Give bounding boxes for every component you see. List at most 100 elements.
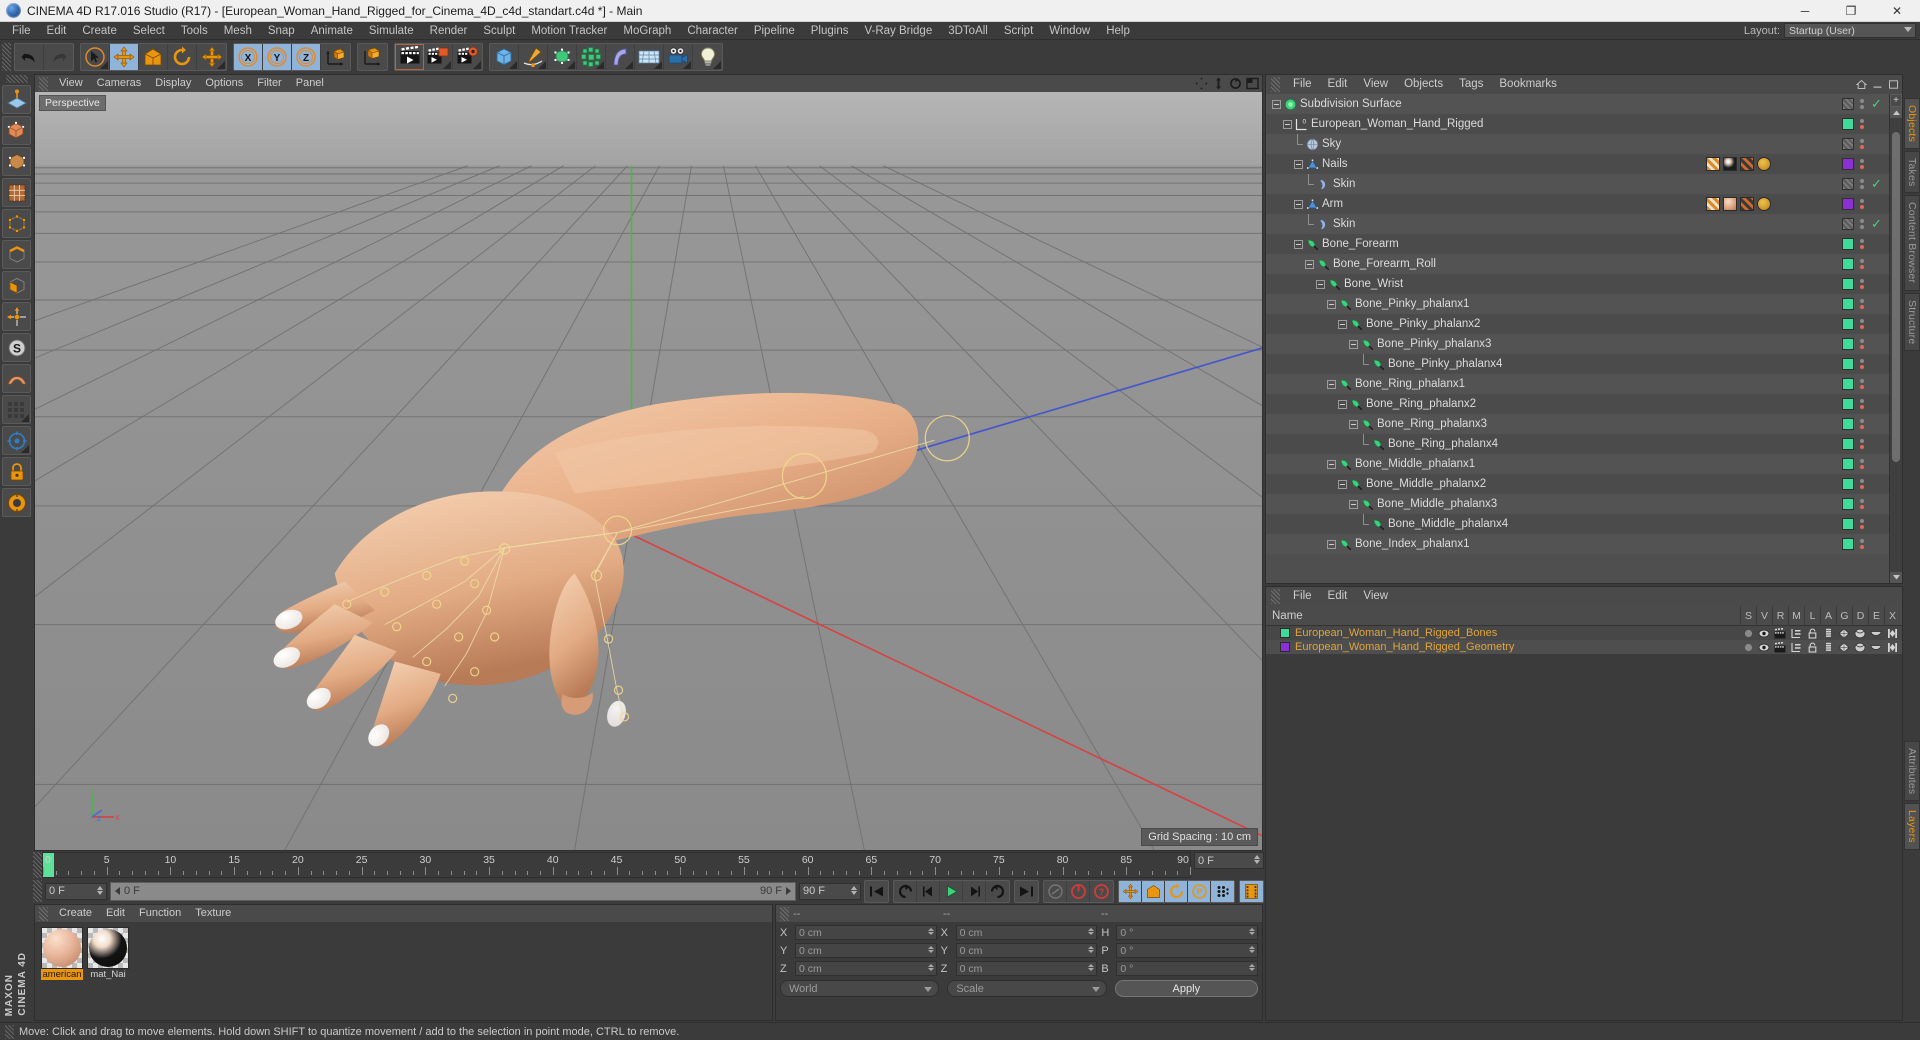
expander-collapse-icon[interactable] (1327, 459, 1336, 469)
nurbs-button[interactable] (548, 43, 577, 70)
rotation-b-field[interactable]: 0 ° (1116, 961, 1259, 976)
layer-color-swatch[interactable] (1842, 118, 1854, 130)
object-menu-view[interactable]: View (1355, 75, 1396, 94)
material-menu-create[interactable]: Create (52, 905, 99, 922)
object-row[interactable]: Bone_Pinky_phalanx2 (1266, 314, 1889, 334)
visibility-dots[interactable] (1860, 279, 1864, 289)
sky-icon[interactable] (1306, 138, 1319, 151)
layer-color-swatch[interactable] (1842, 198, 1854, 210)
size-y-field[interactable]: 0 cm (955, 943, 1098, 958)
layer-menu-edit[interactable]: Edit (1320, 587, 1356, 606)
visibility-dots[interactable] (1860, 99, 1864, 109)
autokey-button[interactable] (1067, 880, 1090, 902)
visibility-dots[interactable] (1860, 499, 1864, 509)
magnet-button[interactable] (2, 395, 31, 424)
viewport-menu-view[interactable]: View (52, 75, 90, 92)
layer-color-swatch[interactable] (1842, 158, 1854, 170)
submenu-corner-icon[interactable] (21, 414, 29, 422)
layer-color-swatch[interactable] (1842, 418, 1854, 430)
submenu-corner-icon[interactable] (443, 60, 451, 69)
step-back-frame-button[interactable] (917, 880, 940, 902)
visibility-dots[interactable] (1860, 519, 1864, 529)
joint-icon[interactable] (1372, 438, 1385, 451)
expander-collapse-icon[interactable] (1316, 279, 1325, 289)
menu-3dtoall[interactable]: 3DToAll (940, 22, 996, 40)
menu-character[interactable]: Character (679, 22, 746, 40)
menu-animate[interactable]: Animate (303, 22, 361, 40)
layer-column-l[interactable]: L (1804, 606, 1820, 626)
world-axis-button[interactable] (321, 44, 350, 70)
right-tab-structure[interactable]: Structure (1904, 292, 1920, 352)
lm-lock-icon[interactable] (1804, 626, 1820, 640)
stepper-icon[interactable] (1088, 928, 1095, 935)
submenu-corner-icon[interactable] (625, 60, 633, 69)
expander-collapse-icon[interactable] (1305, 259, 1314, 269)
joint-icon[interactable] (1306, 238, 1319, 251)
apply-button[interactable]: Apply (1114, 980, 1258, 997)
object-row[interactable]: Skin ✓ (1266, 173, 1889, 194)
light-button[interactable] (693, 44, 722, 70)
layer-color-swatch[interactable] (1842, 398, 1854, 410)
menu-motion-tracker[interactable]: Motion Tracker (523, 22, 615, 40)
menu-mesh[interactable]: Mesh (216, 22, 260, 40)
snap-button[interactable] (2, 426, 31, 455)
subdivide-button[interactable] (2, 364, 31, 393)
visibility-dots[interactable] (1860, 359, 1864, 369)
submenu-corner-icon[interactable] (683, 60, 691, 69)
object-row[interactable]: Bone_Middle_phalanx2 (1266, 474, 1889, 494)
layer-column-m[interactable]: M (1788, 606, 1804, 626)
expander-collapse-icon[interactable] (1272, 99, 1281, 109)
layer-color-swatch[interactable] (1842, 258, 1854, 270)
material-menu-edit[interactable]: Edit (99, 905, 132, 922)
joint-icon[interactable] (1350, 318, 1363, 331)
object-menu-edit[interactable]: Edit (1320, 75, 1356, 94)
current-frame-left-field[interactable]: 0 F (45, 882, 107, 900)
layer-manager-grip[interactable] (1271, 589, 1280, 604)
polygon-mode-button[interactable] (2, 271, 31, 300)
object-row[interactable]: Bone_Middle_phalanx3 (1266, 494, 1889, 514)
menu-create[interactable]: Create (74, 22, 125, 40)
menu-sculpt[interactable]: Sculpt (475, 22, 523, 40)
joint-icon[interactable] (1350, 398, 1363, 411)
object-menu-objects[interactable]: Objects (1396, 75, 1451, 94)
layer-color-swatch[interactable] (1842, 438, 1854, 450)
menu-pipeline[interactable]: Pipeline (746, 22, 803, 40)
object-row[interactable]: Sky (1266, 133, 1889, 154)
object-row[interactable]: Bone_Forearm_Roll (1266, 254, 1889, 274)
joint-icon[interactable] (1339, 538, 1352, 551)
uvw-tag[interactable] (1706, 157, 1720, 171)
record-active-objects-button[interactable] (1044, 880, 1067, 902)
joint-icon[interactable] (1361, 338, 1374, 351)
slider-right-arrow-icon[interactable] (786, 887, 791, 895)
lm-generator-icon[interactable] (1836, 626, 1852, 640)
coordinates-grip[interactable] (780, 906, 789, 921)
layer-menu-file[interactable]: File (1285, 587, 1320, 606)
object-row[interactable]: Skin ✓ (1266, 213, 1889, 234)
record-pla-button[interactable] (1211, 880, 1234, 902)
layer-color-swatch[interactable] (1842, 138, 1854, 150)
layer-row[interactable]: European_Woman_Hand_Rigged_Geometry (1266, 640, 1902, 654)
uvw-tag[interactable] (1706, 197, 1720, 211)
submenu-corner-icon[interactable] (538, 60, 546, 69)
layer-menu-view[interactable]: View (1355, 587, 1396, 606)
size-z-field[interactable]: 0 cm (955, 961, 1098, 976)
lm-visible-icon[interactable] (1756, 626, 1772, 640)
material-item[interactable]: american (41, 927, 83, 980)
layer-color-swatch[interactable] (1842, 498, 1854, 510)
current-frame-top-field[interactable]: 0 F (1194, 852, 1264, 869)
menu-tools[interactable]: Tools (173, 22, 216, 40)
transform-mode-dropdown[interactable]: Scale (947, 980, 1107, 997)
redo-button[interactable] (44, 44, 73, 70)
visibility-dots[interactable] (1860, 539, 1864, 549)
object-row[interactable]: Bone_Ring_phalanx4 (1266, 433, 1889, 454)
object-row[interactable]: Bone_Pinky_phalanx1 (1266, 294, 1889, 314)
record-rotation-button[interactable] (1165, 880, 1188, 902)
viewport-menu-panel[interactable]: Panel (289, 75, 331, 92)
menu-mograph[interactable]: MoGraph (615, 22, 679, 40)
menu-script[interactable]: Script (996, 22, 1041, 40)
object-row[interactable]: Bone_Ring_phalanx3 (1266, 414, 1889, 434)
goto-start-button[interactable] (865, 881, 888, 902)
object-row[interactable]: Bone_Ring_phalanx1 (1266, 374, 1889, 394)
expander-collapse-icon[interactable] (1349, 499, 1358, 509)
submenu-corner-icon[interactable] (217, 60, 225, 69)
